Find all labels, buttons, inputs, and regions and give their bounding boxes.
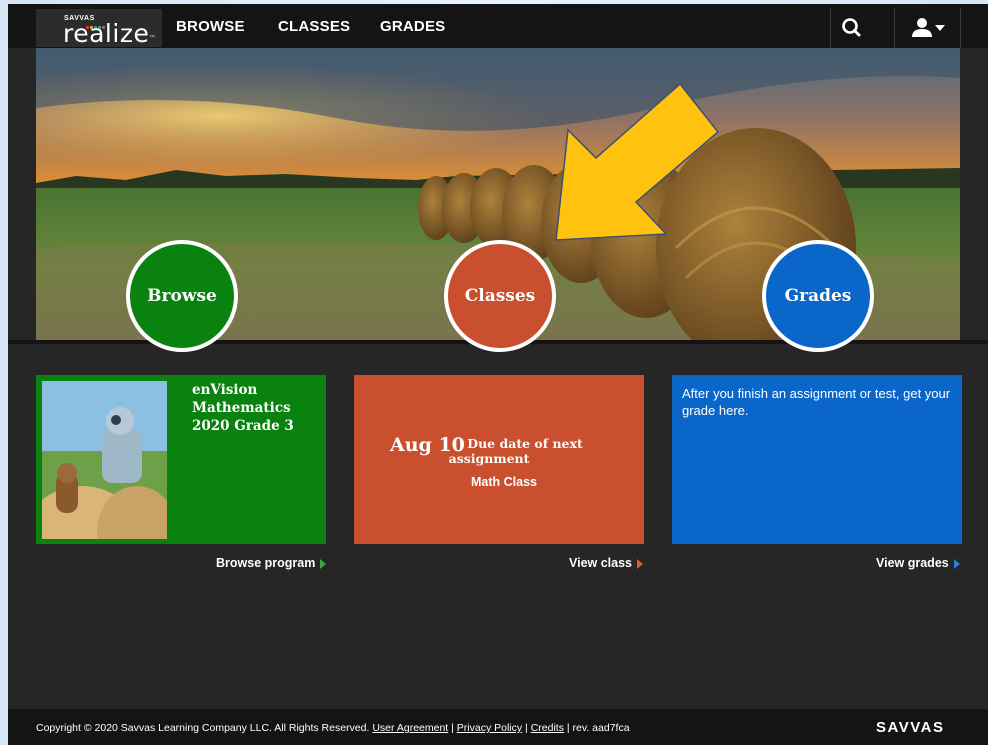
caret-down-icon xyxy=(935,25,945,31)
view-class-link[interactable]: View class xyxy=(569,556,644,570)
view-class-link-label: View class xyxy=(569,556,633,570)
chevron-right-icon xyxy=(953,558,960,569)
search-button[interactable] xyxy=(832,8,872,48)
nav-classes[interactable]: CLASSES xyxy=(278,18,350,35)
footer: Copyright © 2020 Savvas Learning Company… xyxy=(8,709,988,745)
browse-program-link-label: Browse program xyxy=(216,556,316,570)
copyright-text: Copyright © 2020 Savvas Learning Company… xyxy=(36,722,370,734)
nav-grades[interactable]: GRADES xyxy=(380,18,445,35)
app-window: SAVVAS realize ™ BROWSE CLASSES GRADES B… xyxy=(8,4,988,745)
logo-trademark: ™ xyxy=(149,35,155,41)
view-grades-link-label: View grades xyxy=(876,556,949,570)
class-card[interactable]: Aug 10 Due date of next assignment Math … xyxy=(354,375,644,544)
user-icon xyxy=(912,18,945,37)
grades-circle-button[interactable]: Grades xyxy=(762,240,874,352)
due-date-label-2: assignment xyxy=(448,451,530,466)
program-cover-image xyxy=(42,381,167,539)
revision-text: rev. aad7fca xyxy=(572,722,630,734)
class-name: Math Class xyxy=(471,475,537,489)
footer-copyright-line: Copyright © 2020 Savvas Learning Company… xyxy=(36,722,630,734)
realize-logo[interactable]: SAVVAS realize ™ xyxy=(36,9,162,47)
browse-program-card[interactable]: enVision Mathematics 2020 Grade 3 xyxy=(36,375,326,544)
program-title: enVision Mathematics 2020 Grade 3 xyxy=(192,382,294,434)
credits-link[interactable]: Credits xyxy=(531,722,564,734)
classes-circle-button[interactable]: Classes xyxy=(444,240,556,352)
chevron-right-icon xyxy=(320,558,327,569)
browse-program-link[interactable]: Browse program xyxy=(216,556,327,570)
top-navigation-bar: SAVVAS realize ™ BROWSE CLASSES GRADES xyxy=(8,4,988,48)
grades-card[interactable]: After you finish an assignment or test, … xyxy=(672,375,962,544)
view-grades-link[interactable]: View grades xyxy=(876,556,960,570)
privacy-policy-link[interactable]: Privacy Policy xyxy=(457,722,522,734)
search-icon xyxy=(842,18,861,37)
chevron-right-icon xyxy=(637,558,644,569)
logo-realize-text: realize xyxy=(63,19,150,48)
nav-browse[interactable]: BROWSE xyxy=(176,18,245,35)
grades-message: After you finish an assignment or test, … xyxy=(682,386,951,418)
nav-divider xyxy=(960,8,961,48)
savvas-footer-logo: SAVVAS xyxy=(876,719,945,736)
due-date-label: Due date of next xyxy=(467,436,583,451)
nav-divider xyxy=(894,8,895,48)
user-agreement-link[interactable]: User Agreement xyxy=(372,722,448,734)
annotation-arrow xyxy=(555,82,720,241)
user-menu-button[interactable] xyxy=(896,8,966,48)
browse-circle-button[interactable]: Browse xyxy=(126,240,238,352)
nav-divider xyxy=(830,8,831,48)
